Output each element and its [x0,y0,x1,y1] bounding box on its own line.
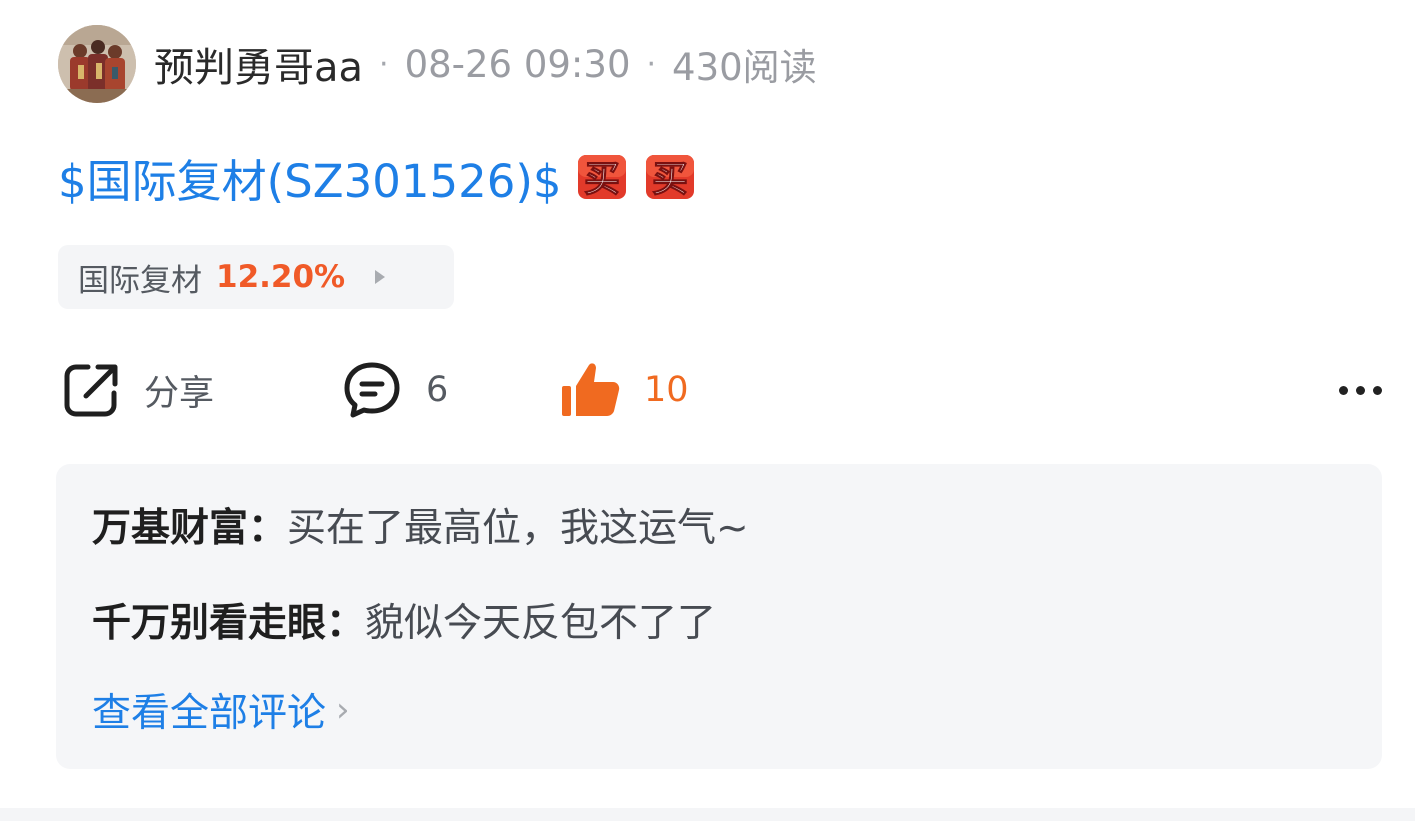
chevron-right-icon [375,270,386,284]
stock-chip-change: 12.20% [216,259,346,295]
svg-text:买: 买 [584,159,620,200]
like-button[interactable]: 10 [560,355,689,425]
view-all-comments-label: 查看全部评论 [92,691,327,736]
comment-button[interactable]: 6 [342,355,448,425]
author-name[interactable]: 预判勇哥aa [154,35,363,93]
meta-separator: · [646,46,657,82]
comment-text: 买在了最高位，我这运气~ [287,506,749,551]
post-header: 预判勇哥aa · 08-26 09:30 · 430阅读 [58,24,817,104]
stock-link[interactable]: $国际复材(SZ301526)$ [58,145,562,210]
buy-emoji-icon: 买 [642,149,698,205]
share-icon [64,364,118,417]
stock-chip-name: 国际复材 [78,262,202,299]
view-all-comments-link[interactable]: 查看全部评论 › [92,680,350,740]
share-button[interactable]: 分享 [62,355,214,425]
post-card: 预判勇哥aa · 08-26 09:30 · 430阅读 $国际复材(SZ301… [0,0,1415,808]
comment-text: 貌似今天反包不了了 [365,601,717,646]
thumbs-up-icon [562,363,620,416]
comment-author[interactable]: 万基财富： [92,497,287,553]
buy-emoji-icon: 买 [574,149,630,205]
post-time: 08-26 09:30 [404,42,631,86]
share-label: 分享 [144,373,215,414]
comment-item[interactable]: 万基财富： 买在了最高位，我这运气~ [92,495,749,555]
avatar[interactable] [58,25,136,103]
comment-icon [344,362,400,418]
meta-separator: · [379,46,389,82]
more-button[interactable] [1339,355,1382,425]
post-body: $国际复材(SZ301526)$ 买 买 [58,142,698,212]
comment-author[interactable]: 千万别看走眼： [92,592,365,648]
stock-chip[interactable]: 国际复材 12.20% [58,245,454,309]
section-divider [0,808,1415,821]
action-bar: 分享 6 10 [62,355,1382,425]
chevron-right-icon: › [336,690,350,730]
read-count: 430阅读 [672,46,817,89]
svg-text:买: 买 [652,159,688,200]
like-count: 10 [644,370,689,410]
comment-item[interactable]: 千万别看走眼： 貌似今天反包不了了 [92,590,716,650]
comment-count: 6 [426,370,449,410]
more-icon [1339,355,1382,425]
